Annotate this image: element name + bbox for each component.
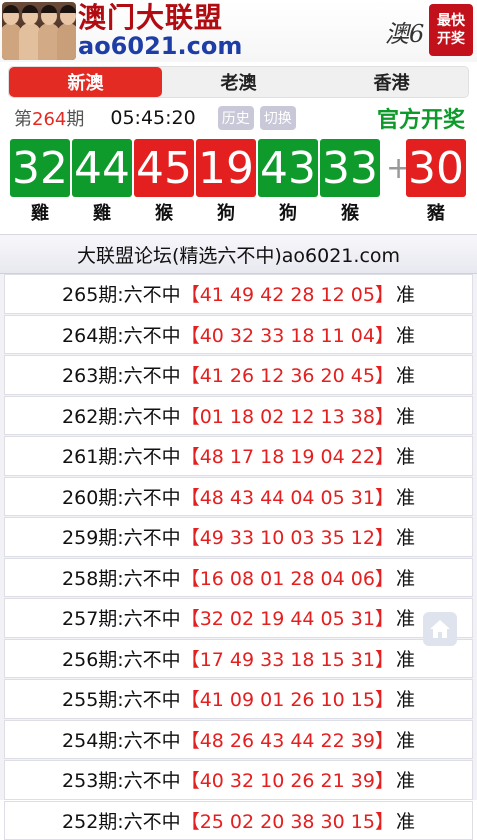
forum-row[interactable]: 255期:六不中【41 09 01 26 10 15】准 — [4, 679, 473, 719]
row-result: 准 — [396, 321, 415, 348]
draw-time: 05:45:20 — [110, 107, 195, 129]
forum-row[interactable]: 253期:六不中【40 32 10 26 21 39】准 — [4, 760, 473, 800]
home-icon[interactable] — [423, 612, 457, 646]
ball-zodiac: 狗 — [196, 199, 256, 225]
row-issue-label: 257期:六不中 — [62, 604, 181, 631]
special-ball-zodiac: 豬 — [406, 199, 466, 225]
row-numbers: 【16 08 01 28 04 06】 — [181, 564, 394, 591]
forum-row[interactable]: 263期:六不中【41 26 12 36 20 45】准 — [4, 355, 473, 395]
row-numbers: 【32 02 19 44 05 31】 — [181, 604, 394, 631]
row-result: 准 — [396, 361, 415, 388]
row-issue-label: 259期:六不中 — [62, 523, 181, 550]
tab-laoao[interactable]: 老澳 — [162, 67, 315, 97]
forum-row[interactable]: 257期:六不中【32 02 19 44 05 31】准 — [4, 598, 473, 638]
promo-people-image — [2, 2, 76, 60]
forum-row[interactable]: 258期:六不中【16 08 01 28 04 06】准 — [4, 558, 473, 598]
row-result: 准 — [396, 523, 415, 550]
forum-row[interactable]: 260期:六不中【48 43 44 04 05 31】准 — [4, 477, 473, 517]
row-result: 准 — [396, 766, 415, 793]
row-numbers: 【41 49 42 28 12 05】 — [181, 280, 394, 307]
row-result: 准 — [396, 402, 415, 429]
forum-row[interactable]: 261期:六不中【48 17 18 19 04 22】准 — [4, 436, 473, 476]
ball-number: 33 — [320, 139, 380, 197]
ball-zodiac: 雞 — [10, 199, 70, 225]
forum-row[interactable]: 256期:六不中【17 49 33 18 15 31】准 — [4, 639, 473, 679]
forum-row[interactable]: 252期:六不中【25 02 20 38 30 15】准 — [4, 801, 473, 840]
region-tabs: 新澳 老澳 香港 — [8, 66, 469, 98]
row-numbers: 【41 26 12 36 20 45】 — [181, 361, 394, 388]
forum-row[interactable]: 259期:六不中【49 33 10 03 35 12】准 — [4, 517, 473, 557]
row-issue-label: 256期:六不中 — [62, 645, 181, 672]
switch-button[interactable]: 切换 — [260, 106, 296, 130]
draw-balls: 32雞44雞45猴19狗43狗33猴+30豬 — [10, 139, 470, 223]
row-numbers: 【49 33 10 03 35 12】 — [181, 523, 394, 550]
row-numbers: 【48 26 43 44 22 39】 — [181, 726, 394, 753]
fastest-draw-badge[interactable]: 最快开奖 — [429, 4, 473, 56]
site-logo-title[interactable]: 澳门大联盟 — [78, 2, 223, 34]
ball-number: 43 — [258, 139, 318, 197]
row-result: 准 — [396, 564, 415, 591]
ball-number: 45 — [134, 139, 194, 197]
site-domain[interactable]: ao6021.com — [78, 32, 242, 60]
row-numbers: 【48 43 44 04 05 31】 — [181, 483, 394, 510]
row-numbers: 【40 32 10 26 21 39】 — [181, 766, 394, 793]
row-result: 准 — [396, 604, 415, 631]
row-result: 准 — [396, 483, 415, 510]
row-result: 准 — [396, 685, 415, 712]
issue-number: 第264期 — [14, 105, 84, 131]
row-issue-label: 262期:六不中 — [62, 402, 181, 429]
row-numbers: 【17 49 33 18 15 31】 — [181, 645, 394, 672]
forum-row[interactable]: 262期:六不中【01 18 02 12 13 38】准 — [4, 396, 473, 436]
forum-row[interactable]: 265期:六不中【41 49 42 28 12 05】准 — [4, 274, 473, 314]
row-numbers: 【01 18 02 12 13 38】 — [181, 402, 394, 429]
site-header: 澳门大联盟 ao6021.com 澳6 最快开奖 — [0, 0, 477, 62]
row-issue-label: 264期:六不中 — [62, 321, 181, 348]
ball-number: 19 — [196, 139, 256, 197]
tab-hongkong[interactable]: 香港 — [315, 67, 468, 97]
draw-info-row: 第264期 05:45:20 历史 切换 官方开奖 — [14, 103, 465, 133]
row-issue-label: 261期:六不中 — [62, 442, 181, 469]
row-numbers: 【48 17 18 19 04 22】 — [181, 442, 394, 469]
ball-zodiac: 雞 — [72, 199, 132, 225]
row-issue-label: 263期:六不中 — [62, 361, 181, 388]
tab-xinao[interactable]: 新澳 — [9, 67, 162, 97]
row-result: 准 — [396, 807, 415, 834]
ball-zodiac: 猴 — [320, 199, 380, 225]
ball-number: 32 — [10, 139, 70, 197]
row-issue-label: 260期:六不中 — [62, 483, 181, 510]
row-issue-label: 255期:六不中 — [62, 685, 181, 712]
row-issue-label: 265期:六不中 — [62, 280, 181, 307]
row-issue-label: 258期:六不中 — [62, 564, 181, 591]
row-numbers: 【40 32 33 18 11 04】 — [181, 321, 394, 348]
row-issue-label: 252期:六不中 — [62, 807, 181, 834]
history-button[interactable]: 历史 — [218, 106, 254, 130]
row-numbers: 【25 02 20 38 30 15】 — [181, 807, 394, 834]
row-result: 准 — [396, 442, 415, 469]
forum-row[interactable]: 264期:六不中【40 32 33 18 11 04】准 — [4, 315, 473, 355]
forum-row[interactable]: 254期:六不中【48 26 43 44 22 39】准 — [4, 720, 473, 760]
header-mark: 澳6 — [385, 14, 424, 49]
ball-zodiac: 猴 — [134, 199, 194, 225]
row-result: 准 — [396, 280, 415, 307]
forum-list: 265期:六不中【41 49 42 28 12 05】准264期:六不中【40 … — [0, 274, 477, 840]
forum-section: 大联盟论坛(精选六不中)ao6021.com 265期:六不中【41 49 42… — [0, 234, 477, 800]
forum-title: 大联盟论坛(精选六不中)ao6021.com — [0, 235, 477, 274]
row-issue-label: 253期:六不中 — [62, 766, 181, 793]
row-result: 准 — [396, 726, 415, 753]
ball-zodiac: 狗 — [258, 199, 318, 225]
row-result: 准 — [396, 645, 415, 672]
ball-number: 44 — [72, 139, 132, 197]
row-numbers: 【41 09 01 26 10 15】 — [181, 685, 394, 712]
row-issue-label: 254期:六不中 — [62, 726, 181, 753]
special-ball-number: 30 — [406, 139, 466, 197]
official-draw-label[interactable]: 官方开奖 — [377, 102, 465, 134]
